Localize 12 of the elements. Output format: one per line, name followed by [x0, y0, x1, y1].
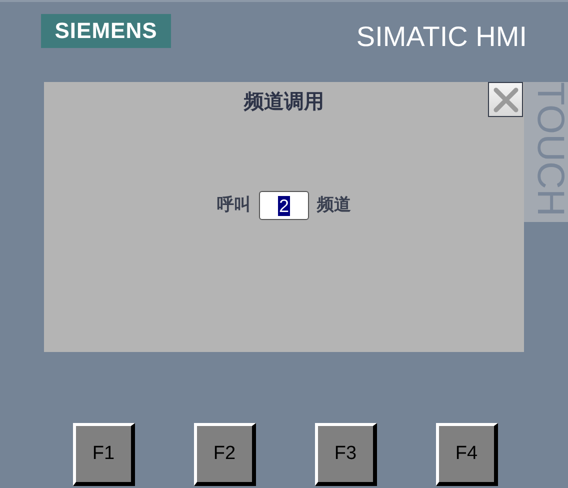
unit-label: 频道: [317, 194, 351, 217]
function-key[interactable]: F4: [436, 423, 498, 486]
function-key[interactable]: F2: [194, 423, 256, 486]
close-button[interactable]: [488, 82, 523, 117]
function-key[interactable]: F1: [73, 423, 135, 486]
siemens-logo: SIEMENS: [41, 14, 171, 48]
close-icon: [492, 86, 518, 112]
prompt-label: 呼叫: [217, 194, 251, 217]
channel-input-field[interactable]: 2: [259, 191, 309, 220]
product-title: SIMATIC HMI: [356, 20, 527, 54]
dialog-title: 频道调用: [244, 89, 324, 113]
function-key[interactable]: F3: [315, 423, 377, 486]
